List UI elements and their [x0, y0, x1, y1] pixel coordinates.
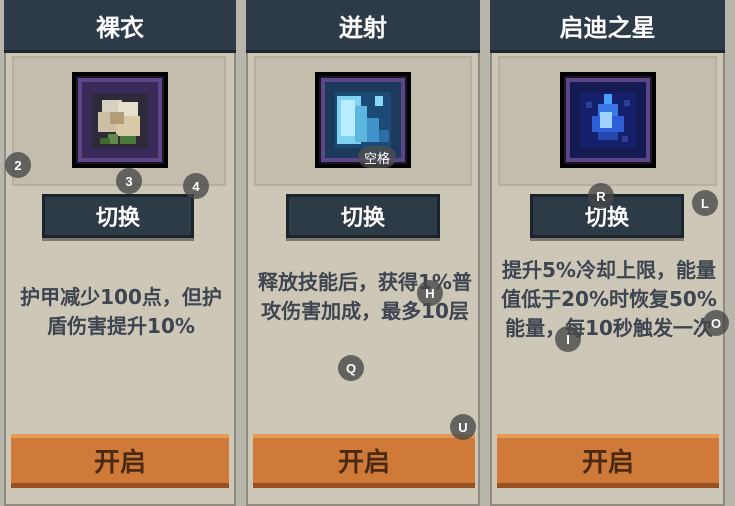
- marker-u: U: [450, 414, 476, 440]
- marker-3: 3: [116, 168, 142, 194]
- card-description: 释放技能后，获得1%普攻伤害加成，最多10层: [258, 270, 472, 323]
- marker-h: H: [417, 280, 443, 306]
- card-title: 迸射: [246, 0, 480, 53]
- switch-button[interactable]: 切换: [286, 194, 440, 238]
- card-title: 裸衣: [4, 0, 236, 53]
- blue-star-gem-icon[interactable]: [560, 72, 656, 168]
- open-button[interactable]: 开启: [11, 434, 229, 488]
- card-title: 启迪之星: [490, 0, 725, 53]
- flower-icon[interactable]: [72, 72, 168, 168]
- open-button[interactable]: 开启: [253, 434, 475, 488]
- talent-card-2: 迸射 空格 切换 释放技能后，获得1%普攻伤害加成，最多10层 开启: [246, 0, 480, 506]
- card-description: 护甲减少100点，但护盾伤害提升10%: [20, 285, 222, 338]
- talent-card-1: 裸衣 切换 护甲减少100点，但护盾伤害提升10% 开启: [4, 0, 236, 506]
- open-button[interactable]: 开启: [497, 434, 719, 488]
- key-hint-space: 空格: [358, 146, 397, 168]
- marker-i: I: [555, 326, 581, 352]
- card-description: 提升5%冷却上限，能量值低于20%时恢复50%能量，每10秒触发一次: [501, 258, 717, 340]
- marker-l: L: [692, 190, 718, 216]
- switch-button[interactable]: 切换: [42, 194, 194, 238]
- marker-4: 4: [183, 173, 209, 199]
- marker-o: O: [703, 310, 729, 336]
- marker-r: R: [588, 183, 614, 209]
- marker-q: Q: [338, 355, 364, 381]
- talent-card-3: 启迪之星 切换 提升5%冷却上限，能量值低于20%时恢复50%能量，每10秒触发…: [490, 0, 725, 506]
- marker-2: 2: [5, 152, 31, 178]
